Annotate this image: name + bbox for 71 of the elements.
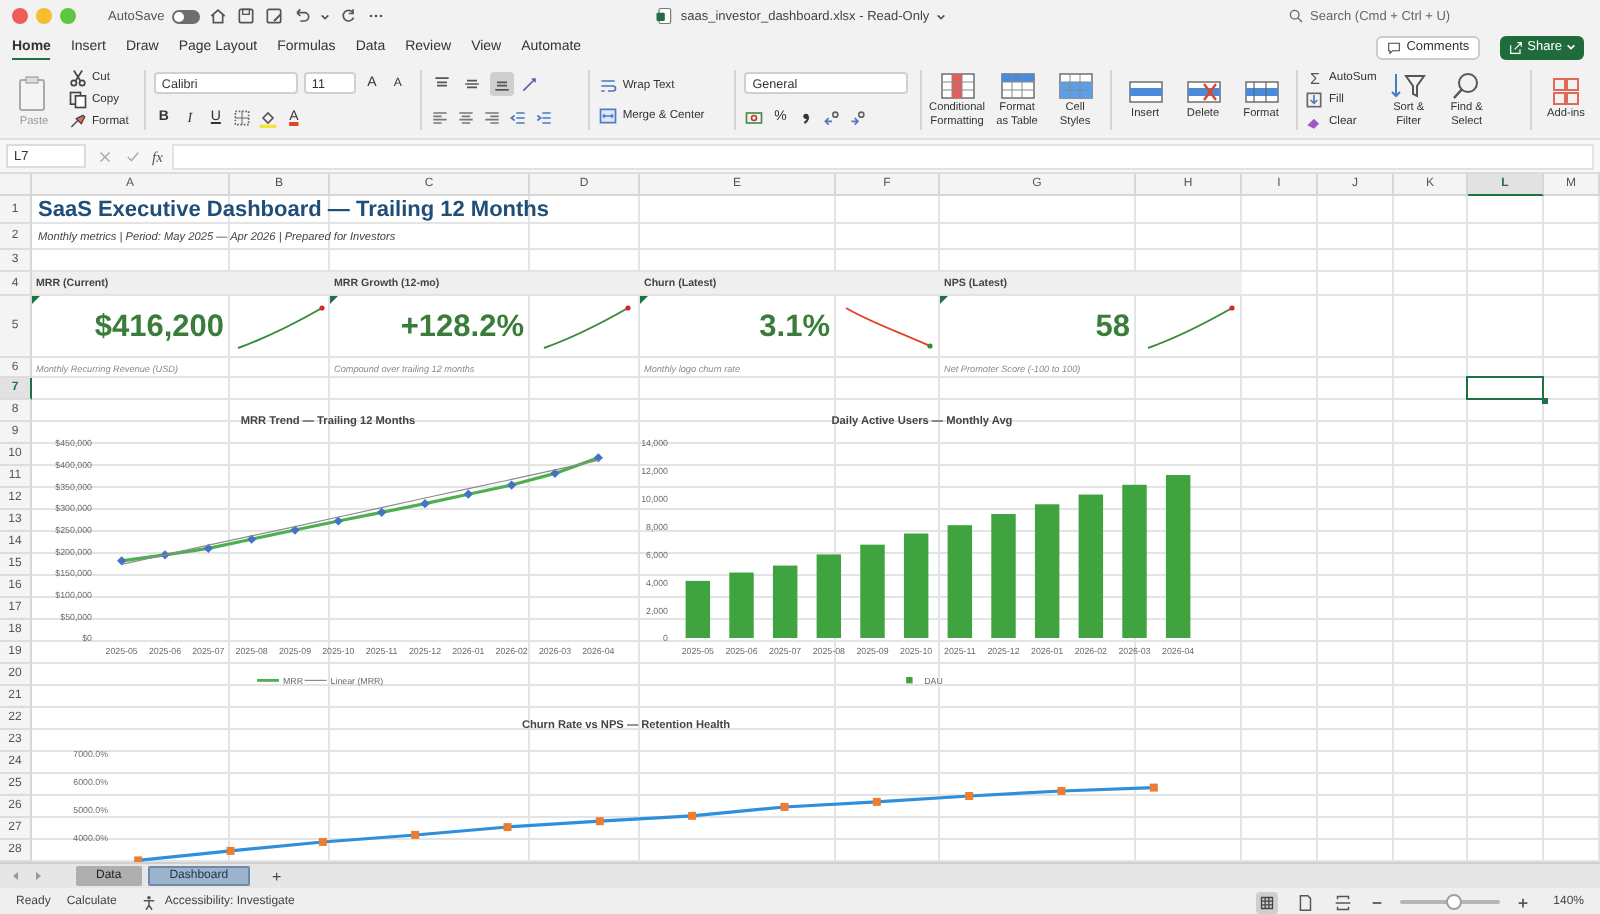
page-break-icon[interactable] <box>1331 891 1354 913</box>
selected-cell[interactable] <box>1466 376 1544 400</box>
zoom-in-icon[interactable] <box>1515 895 1530 909</box>
bar <box>903 533 929 638</box>
orientation-icon[interactable] <box>519 73 540 93</box>
bar <box>772 565 798 638</box>
add-sheet-button[interactable]: + <box>272 867 282 885</box>
data-marker <box>333 516 343 526</box>
merge-icon <box>598 105 619 125</box>
spreadsheet-file-icon <box>654 6 675 26</box>
paintbrush-icon <box>68 112 88 132</box>
decrease-decimal-icon[interactable] <box>848 107 869 127</box>
table-style-icon <box>997 72 1038 101</box>
bar <box>816 554 842 638</box>
fill-down-icon <box>1304 90 1325 110</box>
save-icon[interactable] <box>236 6 257 26</box>
insert-cells-icon <box>1125 78 1166 107</box>
copy-icon <box>68 90 88 110</box>
corner-marker-icon <box>330 296 338 304</box>
delete-cells-icon <box>1183 78 1224 107</box>
corner-marker-icon <box>32 296 40 304</box>
accessibility-icon[interactable] <box>140 893 159 911</box>
kpi-value: 3.1% <box>759 309 832 345</box>
caret-icon <box>1566 42 1576 52</box>
autosave-toggle[interactable] <box>172 9 201 23</box>
bar <box>1078 494 1104 638</box>
data-marker <box>290 525 300 535</box>
sheet-title: SaaS Executive Dashboard — Trailing 12 Months <box>36 198 550 222</box>
formula-input[interactable] <box>172 143 1594 169</box>
share-icon <box>1507 39 1524 55</box>
kpi-value: $416,200 <box>94 309 226 345</box>
data-marker <box>160 550 170 560</box>
align-button[interactable] <box>489 71 514 95</box>
bar <box>685 580 711 638</box>
increase-indent-icon[interactable] <box>533 107 554 127</box>
wrap-text-icon <box>598 75 619 95</box>
search-icon <box>1288 8 1305 24</box>
scissors-icon <box>68 68 88 88</box>
undo-icon[interactable] <box>292 6 313 26</box>
comment-icon <box>1386 39 1403 55</box>
normal-view-icon[interactable] <box>1255 891 1278 913</box>
align-right-icon[interactable] <box>481 107 502 127</box>
borders-icon[interactable] <box>231 107 252 127</box>
align-top-icon <box>431 73 452 93</box>
bar <box>991 514 1016 638</box>
conditional-formatting-icon <box>937 72 978 101</box>
home-icon[interactable] <box>208 6 229 26</box>
caret-icon[interactable] <box>320 11 331 21</box>
corner-marker-icon <box>940 296 948 304</box>
currency-icon[interactable] <box>744 107 765 127</box>
align-left-icon[interactable] <box>429 107 450 127</box>
fill-color-icon[interactable] <box>257 107 278 127</box>
save-edit-icon[interactable] <box>264 6 285 26</box>
bar <box>860 544 885 638</box>
kpi-value: +128.2% <box>400 309 526 345</box>
bar <box>1034 504 1060 638</box>
check-icon[interactable] <box>124 147 142 165</box>
align-center-icon[interactable] <box>455 107 476 127</box>
decrease-indent-icon[interactable] <box>507 107 528 127</box>
bar <box>729 572 754 638</box>
format-cells-icon <box>1241 78 1282 107</box>
redo-icon[interactable] <box>338 6 359 26</box>
cell-styles-icon <box>1055 72 1096 101</box>
kpi-value: 58 <box>1095 309 1132 345</box>
data-marker <box>507 480 517 490</box>
close-button[interactable] <box>12 8 28 24</box>
increase-decimal-icon[interactable] <box>822 107 843 127</box>
caret-icon[interactable] <box>935 11 946 21</box>
sort-filter-icon <box>1388 72 1429 101</box>
corner-marker-icon <box>640 296 648 304</box>
bar <box>947 525 973 638</box>
